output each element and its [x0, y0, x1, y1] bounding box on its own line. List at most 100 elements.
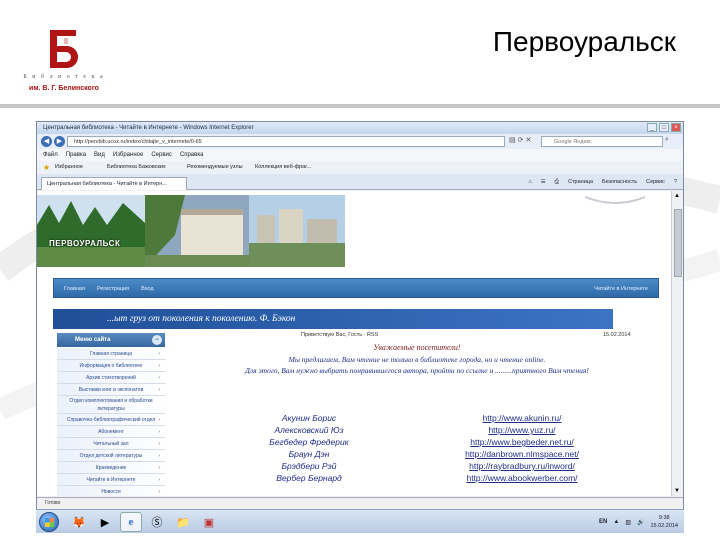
scroll-up-icon[interactable]: ▲ [674, 193, 680, 199]
sidebar-item-label: Справочно-библиографический отдел [66, 417, 156, 423]
close-icon[interactable]: × [671, 123, 681, 132]
chevron-right-icon: › [158, 375, 160, 381]
search-input[interactable]: Google Яндекс [541, 136, 663, 147]
sidebar-item-label: Информация о библиотеке [79, 363, 143, 369]
sidebar-title-text: Меню сайта [75, 337, 111, 343]
author-link[interactable]: http://www.yuz.ru/ [447, 424, 597, 436]
author-name: Акунин Борис [281, 413, 337, 423]
feeds-icon[interactable]: ☰ [541, 177, 546, 187]
nav-login[interactable]: Вход [141, 279, 153, 299]
notice-line: Мы предлагаем, Вам чтение не только в би… [288, 355, 546, 364]
favorite-link[interactable]: Библиотека Бажовских [107, 161, 166, 174]
internet-explorer-icon[interactable]: e [120, 512, 142, 532]
author-name: Бегбедер Фредерик [269, 437, 349, 447]
menu-favorites[interactable]: Избранное [113, 149, 143, 161]
home-icon[interactable]: ⌂ [528, 177, 531, 187]
sidebar-item[interactable]: Читайте в Интернете › [57, 474, 165, 486]
start-button[interactable] [39, 512, 59, 532]
author-link[interactable]: http://raybradbury.ru/inword/ [447, 460, 597, 472]
sidebar-item-label: Читальный зал [93, 441, 129, 447]
sidebar-item-label: Отдел детской литературы [79, 453, 143, 459]
menu-file[interactable]: Файл [43, 149, 58, 161]
chevron-right-icon: › [158, 417, 160, 423]
current-date: 15.02.2014 [603, 332, 631, 338]
sidebar-item[interactable]: Новости › [57, 486, 165, 496]
collapse-icon[interactable]: − [152, 335, 162, 345]
chevron-right-icon: › [158, 429, 160, 435]
folder-icon[interactable]: 📁 [172, 512, 194, 532]
media-player-icon[interactable]: ▶ [94, 512, 116, 532]
favorites-button[interactable]: Избранное [55, 161, 83, 174]
stop-icon[interactable]: ✕ [526, 136, 532, 144]
sidebar-item[interactable]: Архив стихотворений › [57, 372, 165, 384]
sidebar-item[interactable]: Абонемент › [57, 426, 165, 438]
search-icon[interactable]: ⌕ [665, 136, 669, 144]
print-icon[interactable]: ⎙ [555, 177, 559, 187]
sidebar-item-label: Читайте в Интернете [86, 477, 136, 483]
author-name: Брэдбери Рэй [281, 461, 337, 471]
author-link[interactable]: http://www.begbeder.net.ru/ [447, 436, 597, 448]
library-logo: Б и б л и о т е к а им. В. Г. Белинского [22, 28, 106, 100]
favorites-star-icon[interactable]: ★ [43, 161, 50, 174]
menu-view[interactable]: Вид [94, 149, 105, 161]
language-indicator[interactable]: EN [599, 519, 607, 525]
menu-edit[interactable]: Правка [66, 149, 86, 161]
browser-tab[interactable]: Центральная библиотека - Читайте в Интер… [41, 177, 187, 190]
skype-icon[interactable]: Ⓢ [146, 512, 168, 532]
menu-help[interactable]: Справка [180, 149, 204, 161]
banner-city-name: ПЕРВОУРАЛЬСК [49, 239, 121, 248]
sidebar-item-label: Архив стихотворений [86, 375, 136, 381]
chevron-right-icon: › [158, 351, 160, 357]
firefox-icon[interactable]: 🦊 [68, 512, 90, 532]
nav-register[interactable]: Регистрация [97, 279, 129, 299]
sidebar-item[interactable]: Читальный зал › [57, 438, 165, 450]
chevron-right-icon: › [158, 453, 160, 459]
tray-up-icon[interactable]: ▲ [613, 519, 619, 525]
maximize-icon[interactable]: □ [659, 123, 669, 132]
page-viewport: ПЕРВОУРАЛЬСК Главная Регистрация Вход Чи… [37, 191, 671, 496]
status-text: Готово [45, 500, 61, 506]
nav-current-page[interactable]: Читайте в Интернете [594, 279, 648, 299]
document-icon[interactable]: ▣ [198, 512, 220, 532]
author-link[interactable]: http://www.abookwerber.com/ [447, 472, 597, 484]
sidebar-item[interactable]: Справочно-библиографический отдел › [57, 414, 165, 426]
scroll-thumb[interactable] [674, 209, 682, 277]
command-tools[interactable]: Сервис [646, 177, 665, 187]
volume-icon[interactable]: 🔊 [637, 519, 644, 526]
sidebar-item[interactable]: Отдел детской литературы › [57, 450, 165, 462]
clock[interactable]: 9:38 15.02.2014 [650, 514, 678, 530]
sidebar-title: Меню сайта − [57, 333, 165, 347]
sidebar-item[interactable]: Информация о библиотеке › [57, 360, 165, 372]
logo-name: им. В. Г. Белинского [29, 85, 99, 92]
command-safety[interactable]: Безопасность [602, 177, 637, 187]
help-icon[interactable]: ? [674, 177, 677, 187]
sidebar-item[interactable]: Главная страница › [57, 348, 165, 360]
taskbar: 🦊 ▶ e Ⓢ 📁 ▣ EN ▲ ▥ 🔊 9:38 15.02.2014 [36, 509, 684, 533]
back-icon[interactable]: ◀ [41, 136, 52, 147]
nav-home[interactable]: Главная [64, 279, 85, 299]
sidebar-item[interactable]: Краеведение › [57, 462, 165, 474]
vertical-scrollbar[interactable]: ▲ ▼ [671, 191, 683, 496]
guest-greeting[interactable]: Приветствую Вас, Гость · RSS [301, 332, 378, 338]
windows-logo-icon [45, 518, 54, 527]
favorite-link[interactable]: Коллекция веб-фраг... [255, 161, 311, 174]
library-emblem-icon [50, 30, 78, 68]
scroll-down-icon[interactable]: ▼ [674, 488, 680, 494]
site-navigation: Главная Регистрация Вход Читайте в Интер… [53, 278, 659, 298]
author-link[interactable]: http://www.akunin.ru/ [447, 412, 597, 424]
forward-icon[interactable]: ▶ [54, 136, 65, 147]
menu-tools[interactable]: Сервис [151, 149, 172, 161]
compat-view-icon[interactable]: ▤ [509, 136, 516, 144]
sidebar-item[interactable]: Отдел комплектования и обработки литерат… [57, 396, 165, 414]
command-page[interactable]: Страница [568, 177, 593, 187]
menu-bar: Файл Правка Вид Избранное Сервис Справка [37, 149, 683, 161]
favorite-link[interactable]: Рекомендуемые узлы [187, 161, 243, 174]
refresh-icon[interactable]: ⟳ [518, 136, 524, 144]
author-link[interactable]: http://danbrown.nlmspace.net/ [447, 448, 597, 460]
chevron-right-icon: › [158, 387, 160, 393]
minimize-icon[interactable]: _ [647, 123, 657, 132]
url-input[interactable]: http://pervbib.ucoz.ru/index/chitajte_v_… [67, 136, 505, 147]
network-icon[interactable]: ▥ [625, 519, 631, 526]
notice-block: Уважаемые посетители! Мы предлагаем, Вам… [187, 342, 647, 376]
sidebar-item[interactable]: Выставки книг и экспонатов › [57, 384, 165, 396]
